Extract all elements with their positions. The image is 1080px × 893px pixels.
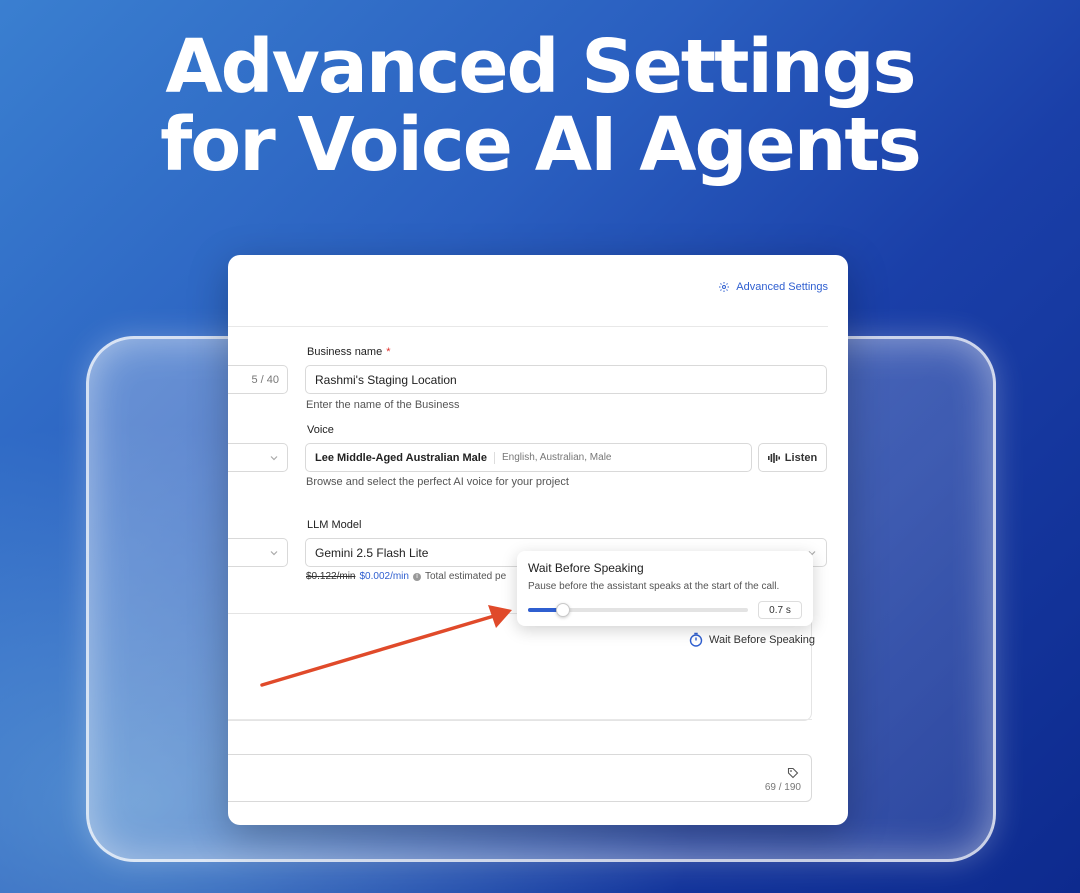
stopwatch-icon <box>689 632 703 647</box>
panel-divider <box>228 719 812 720</box>
left-select-2[interactable] <box>228 538 288 567</box>
old-price: $0.122/min <box>306 571 356 582</box>
chevron-down-icon <box>270 550 278 555</box>
voice-helper: Browse and select the perfect AI voice f… <box>306 476 569 488</box>
llm-model-label: LLM Model <box>307 519 362 531</box>
settings-card: Advanced Settings 5 / 40 Business name * … <box>228 255 848 825</box>
required-mark: * <box>386 346 391 358</box>
wait-chip-label: Wait Before Speaking <box>709 633 815 646</box>
headline: Advanced Settings for Voice AI Agents <box>0 28 1080 184</box>
voice-selected-name: Lee Middle-Aged Australian Male <box>315 451 487 464</box>
speaking-settings-panel <box>228 613 812 721</box>
listen-button[interactable]: Listen <box>758 443 827 472</box>
voice-separator <box>493 451 495 464</box>
slider-knob[interactable] <box>556 603 571 617</box>
price-note: Total estimated pe <box>424 571 507 582</box>
business-name-label: Business name * <box>307 346 391 358</box>
chevron-down-icon <box>270 455 278 460</box>
business-name-input[interactable]: Rashmi's Staging Location <box>305 365 827 394</box>
business-name-label-text: Business name <box>307 346 383 358</box>
llm-model-value: Gemini 2.5 Flash Lite <box>315 545 429 560</box>
listen-label: Listen <box>784 451 818 464</box>
voice-select[interactable]: Lee Middle-Aged Australian Male English,… <box>305 443 752 472</box>
new-price: $0.002/min <box>359 571 409 582</box>
textarea-counter: 69 / 190 <box>764 782 801 793</box>
tag-icon[interactable] <box>787 767 799 779</box>
wait-before-speaking-chip[interactable]: Wait Before Speaking <box>689 632 815 647</box>
llm-price-row: $0.122/min $0.002/min i Total estimated … <box>306 571 506 582</box>
business-name-value: Rashmi's Staging Location <box>315 372 457 387</box>
prompt-textarea[interactable]: 69 / 190 <box>228 754 812 802</box>
headline-line-2: for Voice AI Agents <box>160 102 922 188</box>
voice-selected-details: English, Australian, Male <box>501 452 612 463</box>
gear-icon <box>719 282 730 292</box>
wait-slider[interactable] <box>528 603 748 617</box>
advanced-settings-label: Advanced Settings <box>736 281 828 293</box>
popover-description: Pause before the assistant speaks at the… <box>528 581 780 592</box>
wait-before-speaking-popover: Wait Before Speaking Pause before the as… <box>517 551 813 626</box>
advanced-settings-link[interactable]: Advanced Settings <box>718 281 828 293</box>
header-divider <box>228 326 828 327</box>
left-name-field[interactable]: 5 / 40 <box>228 365 288 394</box>
voice-label: Voice <box>307 424 334 436</box>
left-field-counter: 5 / 40 <box>251 373 279 386</box>
popover-title: Wait Before Speaking <box>528 561 644 575</box>
left-select-1[interactable] <box>228 443 288 472</box>
business-name-helper: Enter the name of the Business <box>306 399 460 411</box>
slider-value[interactable]: 0.7 s <box>758 601 802 619</box>
headline-line-1: Advanced Settings <box>165 24 916 110</box>
info-icon[interactable]: i <box>412 572 421 581</box>
waveform-icon <box>767 452 780 463</box>
